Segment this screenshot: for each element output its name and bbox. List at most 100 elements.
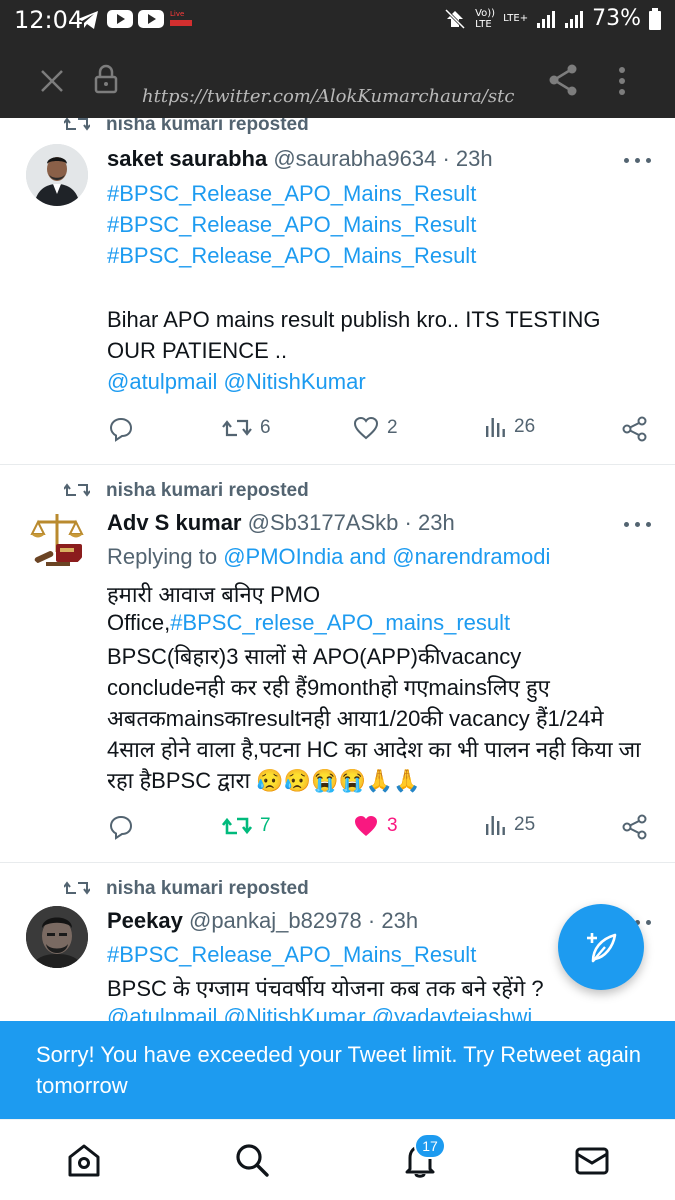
reply-button[interactable] [108,814,134,840]
tweet-text-line: Office,#BPSC_relese_APO_mains_result [107,610,510,636]
avatar-image [26,906,88,968]
home-icon [68,1144,100,1177]
close-icon[interactable] [39,68,65,94]
share-tweet-icon [622,416,647,442]
retweet-count: 6 [260,417,271,438]
repost-line: nisha kumari reposted [64,480,309,501]
retweet-icon [64,881,90,895]
signal-icon [565,10,584,28]
repost-label: nisha kumari reposted [106,118,309,135]
views-button[interactable]: 25 [484,814,535,836]
tweet-text-line: हमारी आवाज बनिए PMO [107,582,321,607]
separator-dot: · [442,146,450,171]
tweet-text-line: 4साल होने वाला है,पटना HC का आदेश का भी … [107,737,641,762]
battery-percent: 73% [592,6,641,31]
tweet-header: Peekay @pankaj_b82978 · 23h [107,908,418,934]
divider [0,862,675,863]
hashtag-link[interactable]: #BPSC_Release_APO_Mains_Result [107,212,476,238]
handle[interactable]: @pankaj_b82978 [189,908,362,933]
lte-plus-indicator: LTE+ [503,13,529,24]
heart-icon [355,816,377,836]
hashtag-link[interactable]: #BPSC_Release_APO_Mains_Result [107,181,476,207]
status-bar: 12:04 Live Vo)) LTE LTE+ 73% [0,0,675,42]
status-time: 12:04 [14,6,84,34]
nav-messages[interactable] [572,1140,612,1180]
reply-button[interactable] [108,416,134,442]
tweet-text-line: OUR PATIENCE .. [107,338,288,363]
like-button[interactable]: 2 [353,416,398,440]
tweet-text-line: अबतकmainsकाresultनही आया1/20की vacancy ह… [107,706,604,731]
timestamp[interactable]: 23h [418,510,455,535]
views-count: 26 [514,416,536,437]
heart-icon [353,416,379,440]
tweet-text-line: रहा हैBPSC द्वारा 😥😥😭😭🙏🙏 [107,768,421,793]
avatar-image [26,508,88,570]
hashtag-link[interactable]: #BPSC_Release_APO_Mains_Result [107,942,476,968]
avatar[interactable] [26,906,88,968]
share-tweet-button[interactable] [622,416,648,442]
display-name[interactable]: Adv S kumar [107,510,242,535]
timestamp[interactable]: 23h [381,908,418,933]
share-tweet-button[interactable] [622,814,648,840]
hashtag-link[interactable]: #BPSC_Release_APO_Mains_Result [107,243,476,269]
rate-limit-toast: Sorry! You have exceeded your Tweet limi… [0,1021,675,1119]
mention-link[interactable]: @NitishKumar [224,369,366,394]
replying-to-line: Replying to @PMOIndia and @narendramodi [107,544,550,570]
avatar[interactable] [26,508,88,570]
volte-indicator: Vo)) LTE [475,7,496,30]
nav-home[interactable] [64,1140,104,1180]
retweet-count: 7 [260,815,271,836]
youtube-icon [107,10,133,28]
signal-icon [537,10,556,28]
avatar-image [26,144,88,206]
replying-to-link[interactable]: @PMOIndia and @narendramodi [223,544,550,569]
handle[interactable]: @saurabha9634 [273,146,436,171]
repost-line: nisha kumari reposted [64,118,309,135]
share-tweet-icon [622,814,647,840]
retweet-icon [222,817,252,835]
url-text[interactable]: https://twitter.com/AlokKumarchaura/stc [142,86,522,107]
display-name[interactable]: saket saurabha [107,146,267,171]
tweet-item[interactable]: nisha kumari reposted Adv S kumar @Sb317… [0,466,675,858]
more-options-icon[interactable] [622,150,654,170]
views-button[interactable]: 26 [484,416,535,438]
more-options-icon[interactable] [622,514,654,534]
notifications-badge: 17 [414,1133,446,1159]
separator-dot: · [404,510,412,535]
tweet-text-line: BPSC के एग्जाम पंचवर्षीय योजना कब तक बने… [107,976,544,1001]
lock-icon[interactable] [94,64,118,94]
avatar[interactable] [26,144,88,206]
toast-message: Sorry! You have exceeded your Tweet limi… [36,1042,641,1098]
tweet-actions: 7 3 25 [0,814,675,844]
more-vert-icon[interactable] [618,66,626,96]
like-count: 2 [387,417,398,438]
like-button[interactable]: 3 [353,814,398,838]
tweet-text-line: concludeनही कर रही हैं9monthहो गएmainsलि… [107,675,550,700]
retweet-button[interactable]: 6 [222,416,271,440]
timestamp[interactable]: 23h [456,146,493,171]
tweet-item[interactable]: nisha kumari reposted saket saurabha @sa… [0,118,675,462]
tweet-actions: 6 2 26 [0,416,675,446]
hashtag-link[interactable]: #BPSC_relese_APO_mains_result [170,610,510,635]
browser-toolbar: https://twitter.com/AlokKumarchaura/stc [0,42,675,118]
compose-tweet-button[interactable] [558,904,644,990]
mute-icon [445,8,466,29]
repost-label: nisha kumari reposted [106,878,309,899]
retweet-icon [64,483,90,497]
handle[interactable]: @Sb3177ASkb [248,510,399,535]
like-count: 3 [387,815,398,836]
views-count: 25 [514,814,536,835]
retweet-button[interactable]: 7 [222,814,271,838]
tweet-text-line: Bihar APO mains result publish kro.. ITS… [107,307,601,332]
repost-line: nisha kumari reposted [64,878,309,899]
mail-icon [575,1147,609,1175]
bottom-navigation: 17 [0,1119,675,1200]
reply-icon [109,815,133,840]
share-icon[interactable] [548,64,578,96]
nav-search[interactable] [232,1140,272,1180]
mention-link[interactable]: @atulpmail [107,369,217,394]
retweet-icon [64,118,90,131]
separator-dot: · [367,908,376,933]
display-name[interactable]: Peekay [107,908,183,933]
views-icon [486,816,505,835]
